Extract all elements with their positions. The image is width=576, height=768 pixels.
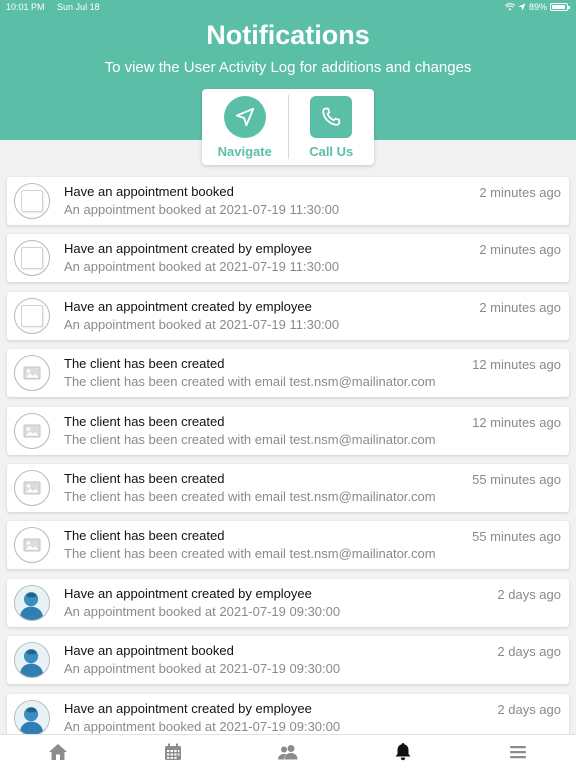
notification-row[interactable]: The client has been created The client ha… [7, 521, 569, 570]
notification-avatar [14, 584, 50, 621]
notification-title: Have an appointment created by employee [64, 298, 312, 314]
notification-time: 12 minutes ago [472, 357, 561, 373]
notification-time: 2 days ago [497, 644, 561, 660]
call-us-label: Call Us [309, 144, 354, 159]
notification-row[interactable]: Have an appointment created by employee A… [7, 291, 569, 340]
appointment-placeholder-icon [21, 247, 43, 270]
menu-icon [510, 745, 527, 758]
notification-avatar [14, 470, 50, 506]
home-icon [48, 743, 67, 760]
battery-percent: 89% [528, 2, 547, 12]
call-us-button[interactable]: Call Us [289, 89, 375, 165]
notification-row[interactable]: The client has been created The client ha… [7, 406, 569, 455]
notification-row[interactable]: The client has been created The client ha… [7, 464, 569, 512]
notification-subtitle: An appointment booked at 2021-07-19 11:3… [64, 316, 340, 332]
notification-row[interactable]: The client has been created The client ha… [7, 349, 569, 398]
call-icon-square [310, 96, 353, 138]
notification-avatar [14, 527, 50, 564]
tab-menu[interactable] [461, 735, 576, 768]
appointment-placeholder-icon [21, 190, 43, 212]
calendar-icon [164, 743, 181, 760]
location-arrow-icon [518, 3, 526, 11]
notification-title: The client has been created [64, 413, 225, 429]
notification-title: The client has been created [64, 471, 225, 486]
notification-title: The client has been created [64, 356, 225, 372]
users-icon [278, 744, 298, 759]
notification-row[interactable]: Have an appointment booked An appointment… [7, 636, 569, 685]
notification-avatar [14, 642, 50, 679]
image-placeholder-icon [23, 424, 41, 438]
notification-time: 55 minutes ago [472, 472, 561, 487]
notification-title: Have an appointment created by employee [64, 700, 312, 716]
status-date: Sun Jul 18 [57, 2, 100, 12]
wifi-icon [504, 3, 515, 11]
action-card: Navigate Call Us [202, 89, 374, 165]
person-avatar-icon [15, 585, 49, 620]
tab-calendar[interactable] [115, 735, 230, 768]
notification-avatar [14, 412, 50, 449]
notification-avatar [14, 183, 50, 219]
navigate-label: Navigate [217, 144, 272, 159]
notification-title: Have an appointment created by employee [64, 585, 312, 601]
notification-subtitle: The client has been created with email t… [64, 489, 436, 504]
page-subtitle: To view the User Activity Log for additi… [104, 59, 472, 76]
notification-time: 2 days ago [497, 586, 561, 602]
notification-time: 2 days ago [497, 701, 561, 717]
person-avatar-icon [15, 700, 49, 735]
notification-row[interactable]: Have an appointment booked An appointment… [7, 177, 569, 225]
notification-title: Have an appointment booked [64, 643, 234, 659]
person-avatar-icon [15, 643, 49, 678]
status-bar: 10:01 PM Sun Jul 18 89% [0, 0, 576, 16]
battery-icon [550, 3, 570, 11]
image-placeholder-icon [23, 538, 41, 552]
notification-subtitle: The client has been created with email t… [64, 374, 436, 390]
notification-subtitle: An appointment booked at 2021-07-19 09:3… [64, 661, 341, 677]
notification-time: 2 minutes ago [479, 242, 561, 258]
tab-users[interactable] [230, 735, 345, 768]
notification-avatar [14, 240, 50, 277]
tab-bar [0, 734, 576, 768]
status-time: 10:01 PM [6, 2, 45, 12]
image-placeholder-icon [23, 366, 41, 380]
image-placeholder-icon [23, 481, 41, 495]
notification-subtitle: An appointment booked at 2021-07-19 11:3… [64, 259, 340, 275]
notification-avatar [14, 355, 50, 392]
notification-row[interactable]: Have an appointment created by employee A… [7, 578, 569, 627]
notification-title: Have an appointment booked [64, 184, 234, 199]
tab-home[interactable] [0, 735, 115, 768]
notification-subtitle: The client has been created with email t… [64, 431, 436, 447]
notification-time: 55 minutes ago [472, 529, 561, 545]
bell-icon [395, 743, 411, 761]
navigate-button[interactable]: Navigate [202, 89, 288, 165]
notification-time: 12 minutes ago [472, 414, 561, 430]
notification-time: 2 minutes ago [479, 185, 561, 200]
notification-subtitle: The client has been created with email t… [64, 546, 436, 562]
status-right: 89% [504, 2, 570, 12]
tab-notifications[interactable] [346, 735, 461, 768]
status-left: 10:01 PM Sun Jul 18 [6, 2, 110, 12]
notification-subtitle: An appointment booked at 2021-07-19 11:3… [64, 202, 340, 217]
page-title: Notifications [206, 20, 370, 50]
navigation-arrow-icon [235, 107, 254, 127]
notification-title: The client has been created [64, 528, 225, 544]
notification-row[interactable]: Have an appointment created by employee A… [7, 234, 569, 283]
phone-icon [322, 107, 341, 126]
notification-avatar [14, 297, 50, 334]
notification-time: 2 minutes ago [479, 299, 561, 315]
notification-subtitle: An appointment booked at 2021-07-19 09:3… [64, 718, 341, 734]
notification-title: Have an appointment created by employee [64, 241, 312, 257]
navigate-icon-circle [223, 96, 266, 138]
notification-subtitle: An appointment booked at 2021-07-19 09:3… [64, 603, 341, 619]
notification-avatar [14, 699, 50, 736]
appointment-placeholder-icon [21, 304, 43, 327]
